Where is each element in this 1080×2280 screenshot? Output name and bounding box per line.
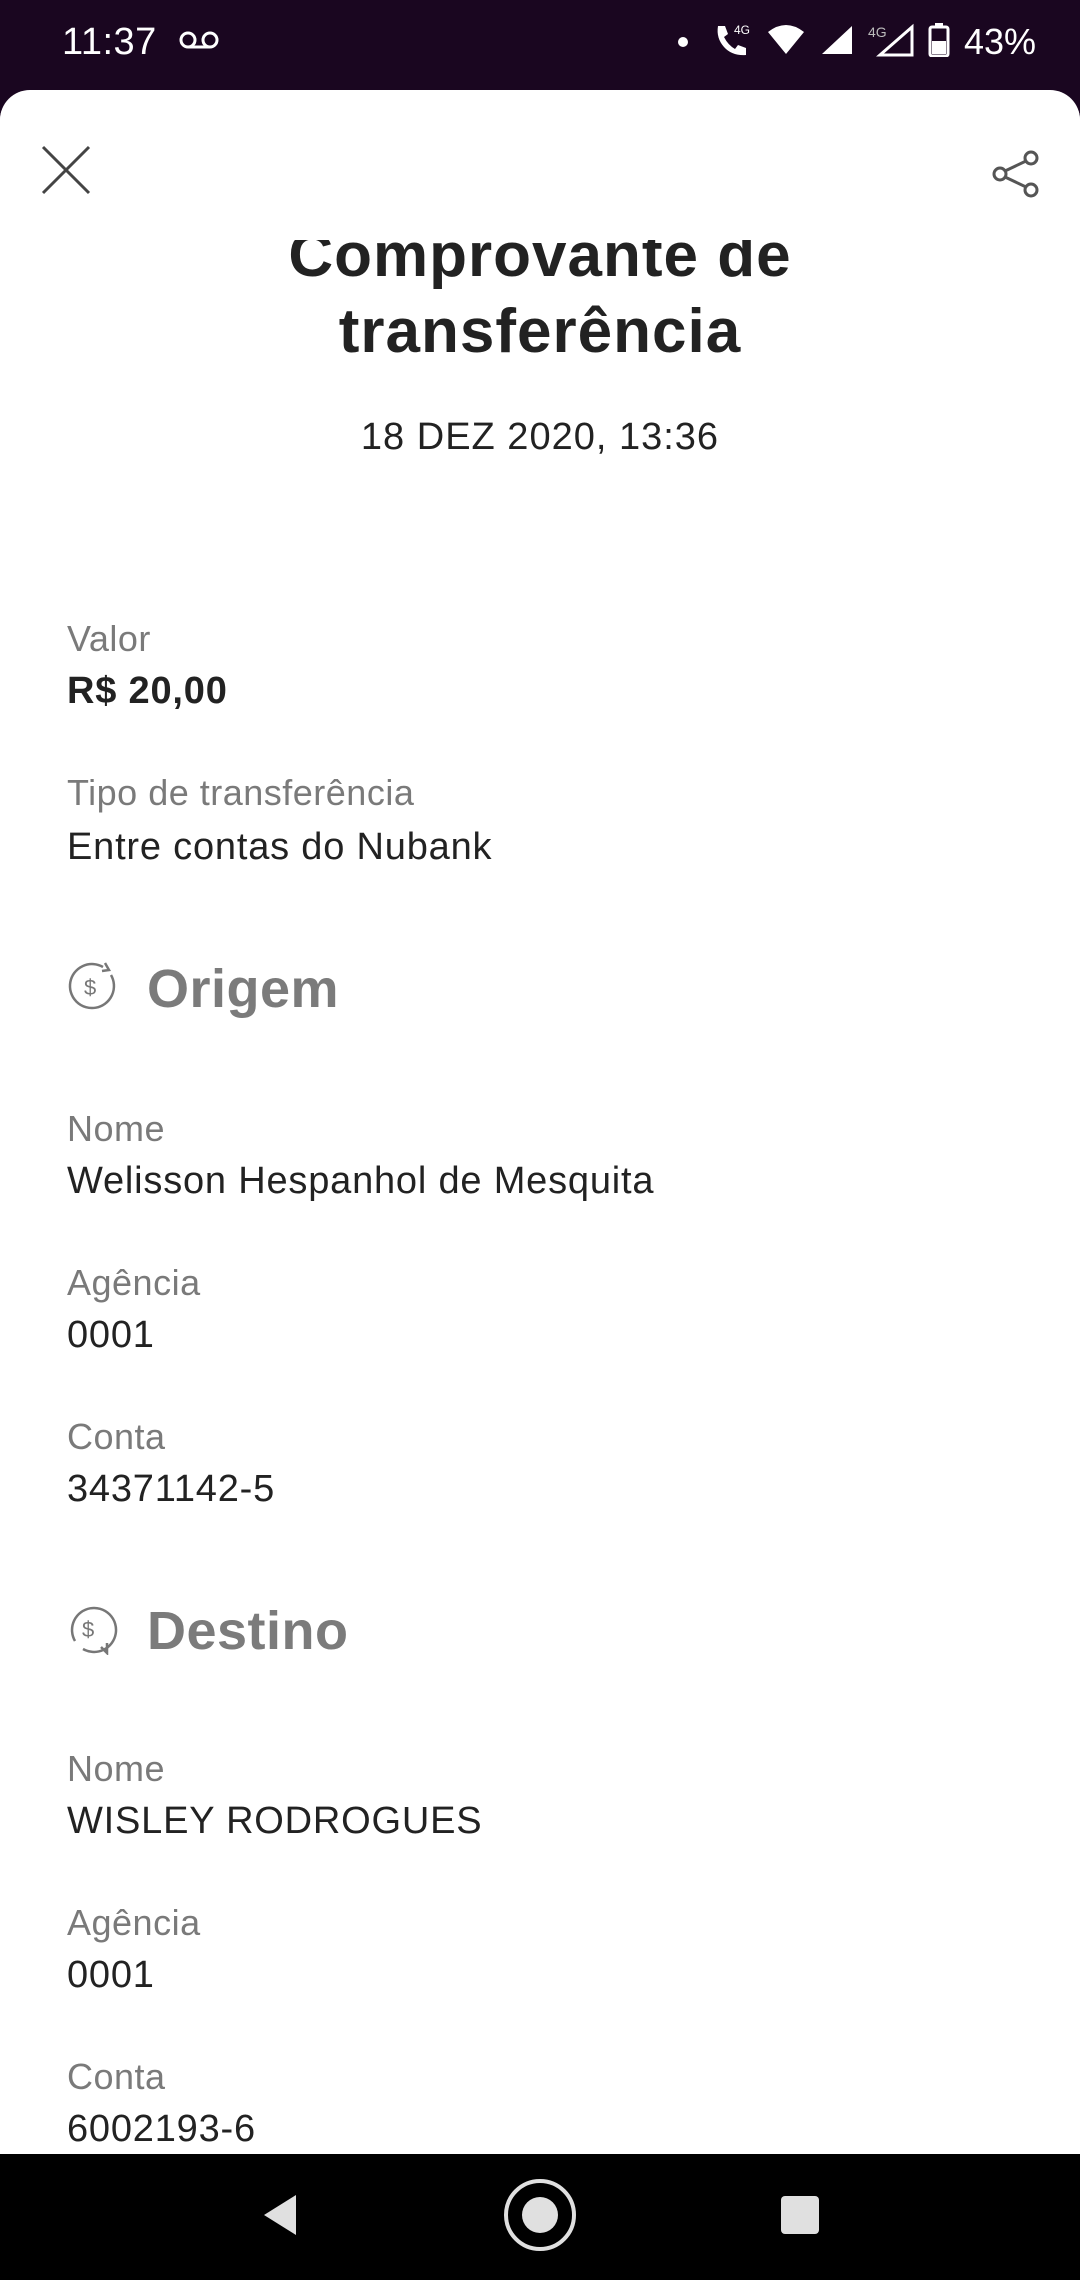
battery-icon bbox=[928, 22, 950, 62]
share-button[interactable] bbox=[988, 148, 1044, 204]
destino-nome-value: WISLEY RODROGUES bbox=[67, 1800, 483, 1842]
tipo-label: Tipo de transferência bbox=[67, 772, 415, 813]
destino-conta-value: 6002193-6 bbox=[67, 2108, 256, 2150]
title-container: Comprovante de transferência bbox=[0, 240, 1080, 380]
share-icon bbox=[991, 150, 1041, 203]
signal-secondary-icon: 4G bbox=[868, 23, 914, 62]
notification-dot-icon bbox=[677, 37, 688, 47]
origem-nome-label: Nome bbox=[67, 1108, 166, 1149]
destino-nome-label: Nome bbox=[67, 1748, 166, 1789]
tipo-value: Entre contas do Nubank bbox=[67, 826, 493, 868]
svg-text:4G: 4G bbox=[734, 23, 750, 37]
destino-title: Destino bbox=[147, 1601, 349, 1661]
valor-label: Valor bbox=[67, 618, 151, 659]
svg-text:$: $ bbox=[82, 1617, 94, 1642]
page-title: Comprovante de transferência bbox=[288, 240, 792, 366]
origem-nome-value: Welisson Hespanhol de Mesquita bbox=[67, 1160, 655, 1202]
destino-conta-label: Conta bbox=[67, 2056, 166, 2097]
origem-conta-label: Conta bbox=[67, 1416, 166, 1457]
origem-title: Origem bbox=[147, 959, 340, 1019]
destino-agencia-value: 0001 bbox=[67, 1954, 155, 1996]
signal-full-icon bbox=[820, 24, 854, 61]
recents-square-icon bbox=[779, 2194, 821, 2241]
close-button[interactable] bbox=[36, 142, 96, 202]
money-out-icon: $ bbox=[67, 961, 119, 1018]
navigation-bar bbox=[0, 2154, 1080, 2280]
origem-conta-value: 34371142-5 bbox=[67, 1468, 276, 1510]
wifi-icon bbox=[766, 24, 806, 61]
status-bar: 11:37 4G 4G 43% bbox=[0, 0, 1080, 84]
home-circle-icon bbox=[502, 2177, 578, 2258]
status-time: 11:37 bbox=[62, 20, 157, 63]
back-triangle-icon bbox=[260, 2193, 300, 2242]
battery-percentage: 43% bbox=[963, 21, 1036, 62]
close-icon bbox=[39, 143, 93, 202]
voicemail-icon bbox=[179, 30, 219, 55]
svg-text:$: $ bbox=[84, 975, 96, 1000]
valor-value: R$ 20,00 bbox=[67, 670, 228, 712]
wifi-call-icon: 4G bbox=[712, 22, 752, 63]
destino-section-header: $ Destino bbox=[67, 1600, 349, 1662]
back-button[interactable] bbox=[240, 2177, 320, 2257]
origem-agencia-label: Agência bbox=[67, 1262, 201, 1303]
recents-button[interactable] bbox=[760, 2177, 840, 2257]
origem-agencia-value: 0001 bbox=[67, 1314, 155, 1356]
destino-agencia-label: Agência bbox=[67, 1902, 201, 1943]
origem-section-header: $ Origem bbox=[67, 958, 339, 1020]
svg-text:4G: 4G bbox=[868, 24, 887, 40]
receipt-date: 18 DEZ 2020, 13:36 bbox=[360, 416, 720, 458]
money-in-icon: $ bbox=[67, 1603, 119, 1660]
home-button[interactable] bbox=[500, 2177, 580, 2257]
